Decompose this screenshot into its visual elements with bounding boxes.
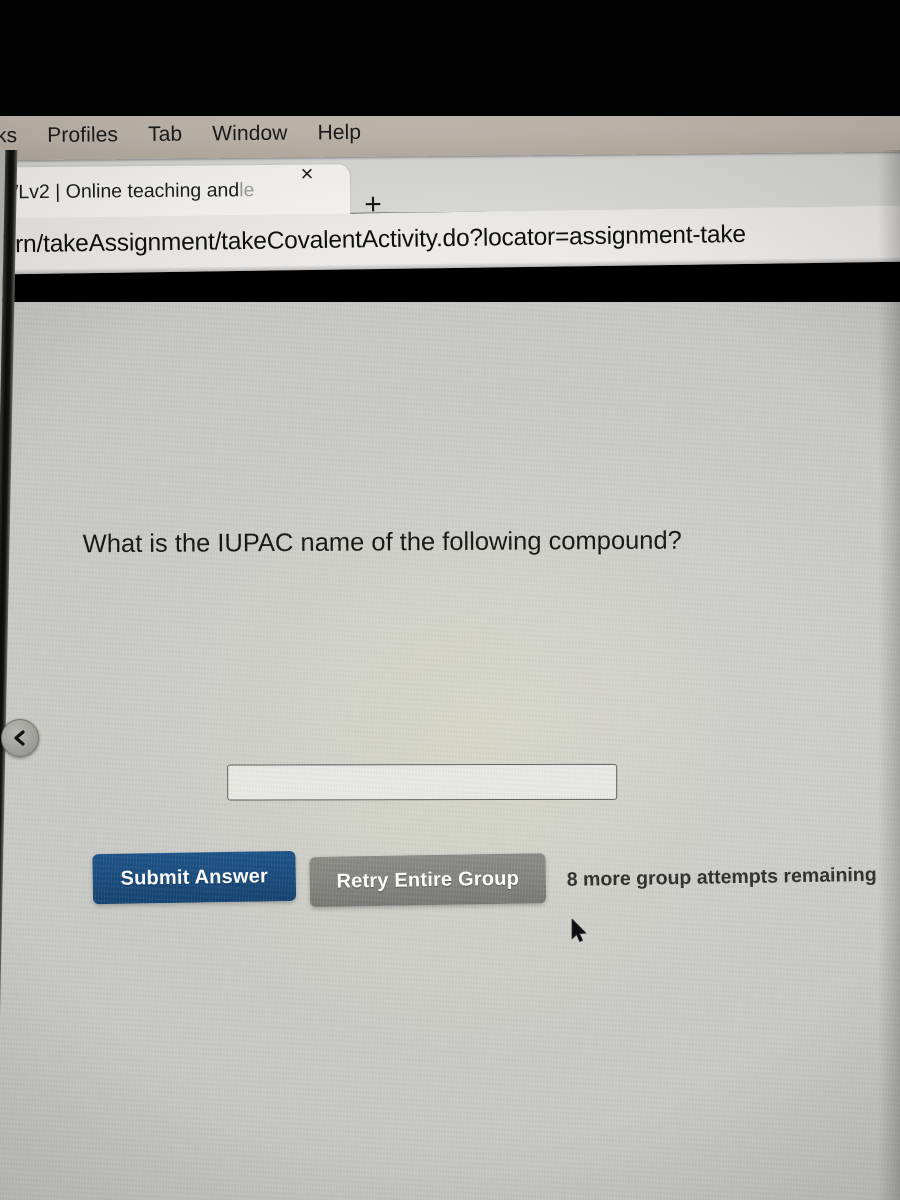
address-bar[interactable]: /ilrn/takeAssignment/takeCovalentActivit… — [0, 205, 900, 275]
retry-entire-group-button[interactable]: Retry Entire Group — [309, 853, 547, 908]
tab-title-truncated: le — [239, 179, 255, 202]
menu-item-window[interactable]: Window — [212, 122, 288, 147]
address-bar-url: /ilrn/takeAssignment/takeCovalentActivit… — [0, 220, 747, 259]
action-button-row: Submit Answer Retry Entire Group 8 more … — [1, 845, 900, 920]
screen-photo: ks Profiles Tab Window Help WLv2 | Onlin… — [0, 0, 900, 1200]
page-content: What is the IUPAC name of the following … — [0, 302, 900, 1200]
menu-item-profiles[interactable]: Profiles — [47, 123, 118, 148]
molecule-label-O-right: O — [416, 727, 432, 731]
submit-answer-button[interactable]: Submit Answer — [92, 850, 297, 905]
chevron-left-icon — [14, 730, 25, 746]
address-bar-shadow — [0, 256, 900, 275]
back-nav-button[interactable] — [1, 719, 39, 757]
new-tab-icon[interactable]: + — [356, 188, 390, 222]
answer-input[interactable] — [227, 763, 618, 801]
menu-item-tab[interactable]: Tab — [148, 123, 182, 147]
browser-window: WLv2 | Online teaching andle × + /ilrn/t… — [0, 150, 900, 1200]
molecule-structure-succinic-acid: HO O O OH — [204, 569, 535, 731]
page-viewport: What is the IUPAC name of the following … — [0, 302, 900, 1200]
tab-title: WLv2 | Online teaching andle — [0, 179, 254, 204]
laptop-bezel-top — [0, 0, 900, 116]
tab-title-text: WLv2 | Online teaching and — [0, 179, 240, 204]
attempts-remaining-text: 8 more group attempts remaining — [566, 863, 877, 891]
close-icon[interactable]: × — [292, 159, 322, 189]
question-text: What is the IUPAC name of the following … — [82, 526, 682, 559]
menu-item-bookmarks[interactable]: ks — [0, 124, 17, 148]
menu-item-help[interactable]: Help — [317, 121, 361, 145]
